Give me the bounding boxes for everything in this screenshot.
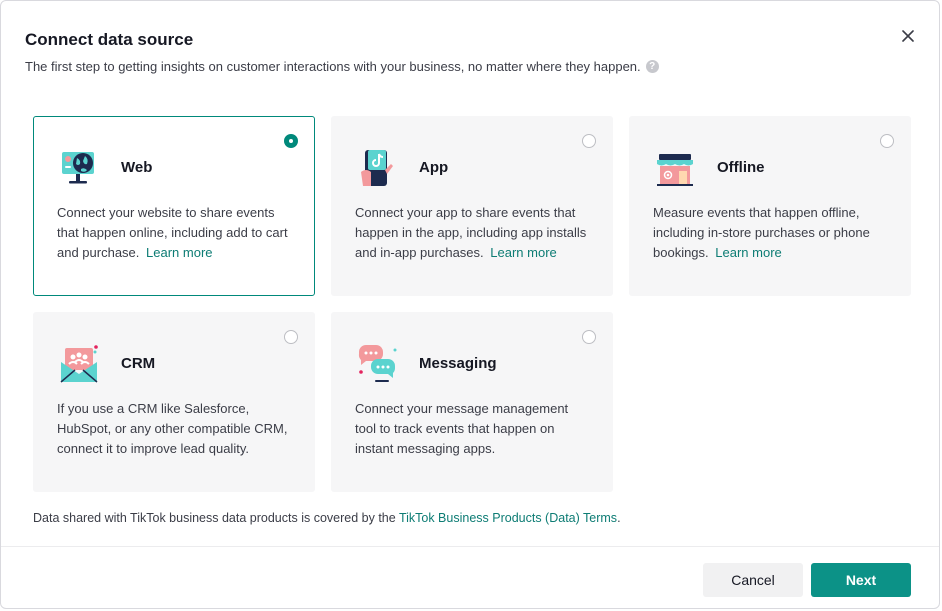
learn-more-link[interactable]: Learn more <box>715 245 781 260</box>
phone-app-icon <box>355 146 399 190</box>
card-app[interactable]: App Connect your app to share events tha… <box>331 116 613 296</box>
card-title: CRM <box>121 355 156 372</box>
dialog-subtitle: The first step to getting insights on cu… <box>25 59 659 74</box>
card-description: Connect your website to share events tha… <box>57 203 293 263</box>
connect-data-source-dialog: Connect data source The first step to ge… <box>0 0 940 609</box>
card-description: Measure events that happen offline, incl… <box>653 203 889 263</box>
card-description: If you use a CRM like Salesforce, HubSpo… <box>57 399 293 459</box>
next-button[interactable]: Next <box>811 563 911 597</box>
card-messaging[interactable]: Messaging Connect your message managemen… <box>331 312 613 492</box>
crm-envelope-icon <box>57 342 101 386</box>
radio-web[interactable] <box>284 134 298 148</box>
radio-messaging[interactable] <box>582 330 596 344</box>
learn-more-link[interactable]: Learn more <box>490 245 556 260</box>
radio-offline[interactable] <box>880 134 894 148</box>
card-description-text: If you use a CRM like Salesforce, HubSpo… <box>57 401 288 456</box>
card-title: Web <box>121 159 153 176</box>
dialog-title: Connect data source <box>25 30 194 49</box>
card-description-text: Connect your message management tool to … <box>355 401 569 456</box>
close-button[interactable] <box>899 27 917 45</box>
terms-notice: Data shared with TikTok business data pr… <box>33 511 621 525</box>
cancel-button[interactable]: Cancel <box>703 563 803 597</box>
dialog-subtitle-text: The first step to getting insights on cu… <box>25 59 641 74</box>
card-offline[interactable]: Offline Measure events that happen offli… <box>629 116 911 296</box>
radio-crm[interactable] <box>284 330 298 344</box>
terms-prefix: Data shared with TikTok business data pr… <box>33 511 399 525</box>
card-description: Connect your app to share events that ha… <box>355 203 591 263</box>
card-web[interactable]: Web Connect your website to share events… <box>33 116 315 296</box>
footer-divider <box>1 546 939 547</box>
card-title: Offline <box>717 159 765 176</box>
store-icon <box>653 146 697 190</box>
card-description: Connect your message management tool to … <box>355 399 591 459</box>
card-crm[interactable]: CRM If you use a CRM like Salesforce, Hu… <box>33 312 315 492</box>
card-title: Messaging <box>419 355 497 372</box>
chat-bubbles-icon <box>355 342 399 386</box>
radio-app[interactable] <box>582 134 596 148</box>
globe-monitor-icon <box>57 146 101 190</box>
terms-suffix: . <box>617 511 621 525</box>
close-icon <box>902 30 914 42</box>
card-title: App <box>419 159 449 176</box>
help-icon[interactable]: ? <box>645 60 659 73</box>
learn-more-link[interactable]: Learn more <box>146 245 212 260</box>
terms-link[interactable]: TikTok Business Products (Data) Terms <box>399 511 617 525</box>
